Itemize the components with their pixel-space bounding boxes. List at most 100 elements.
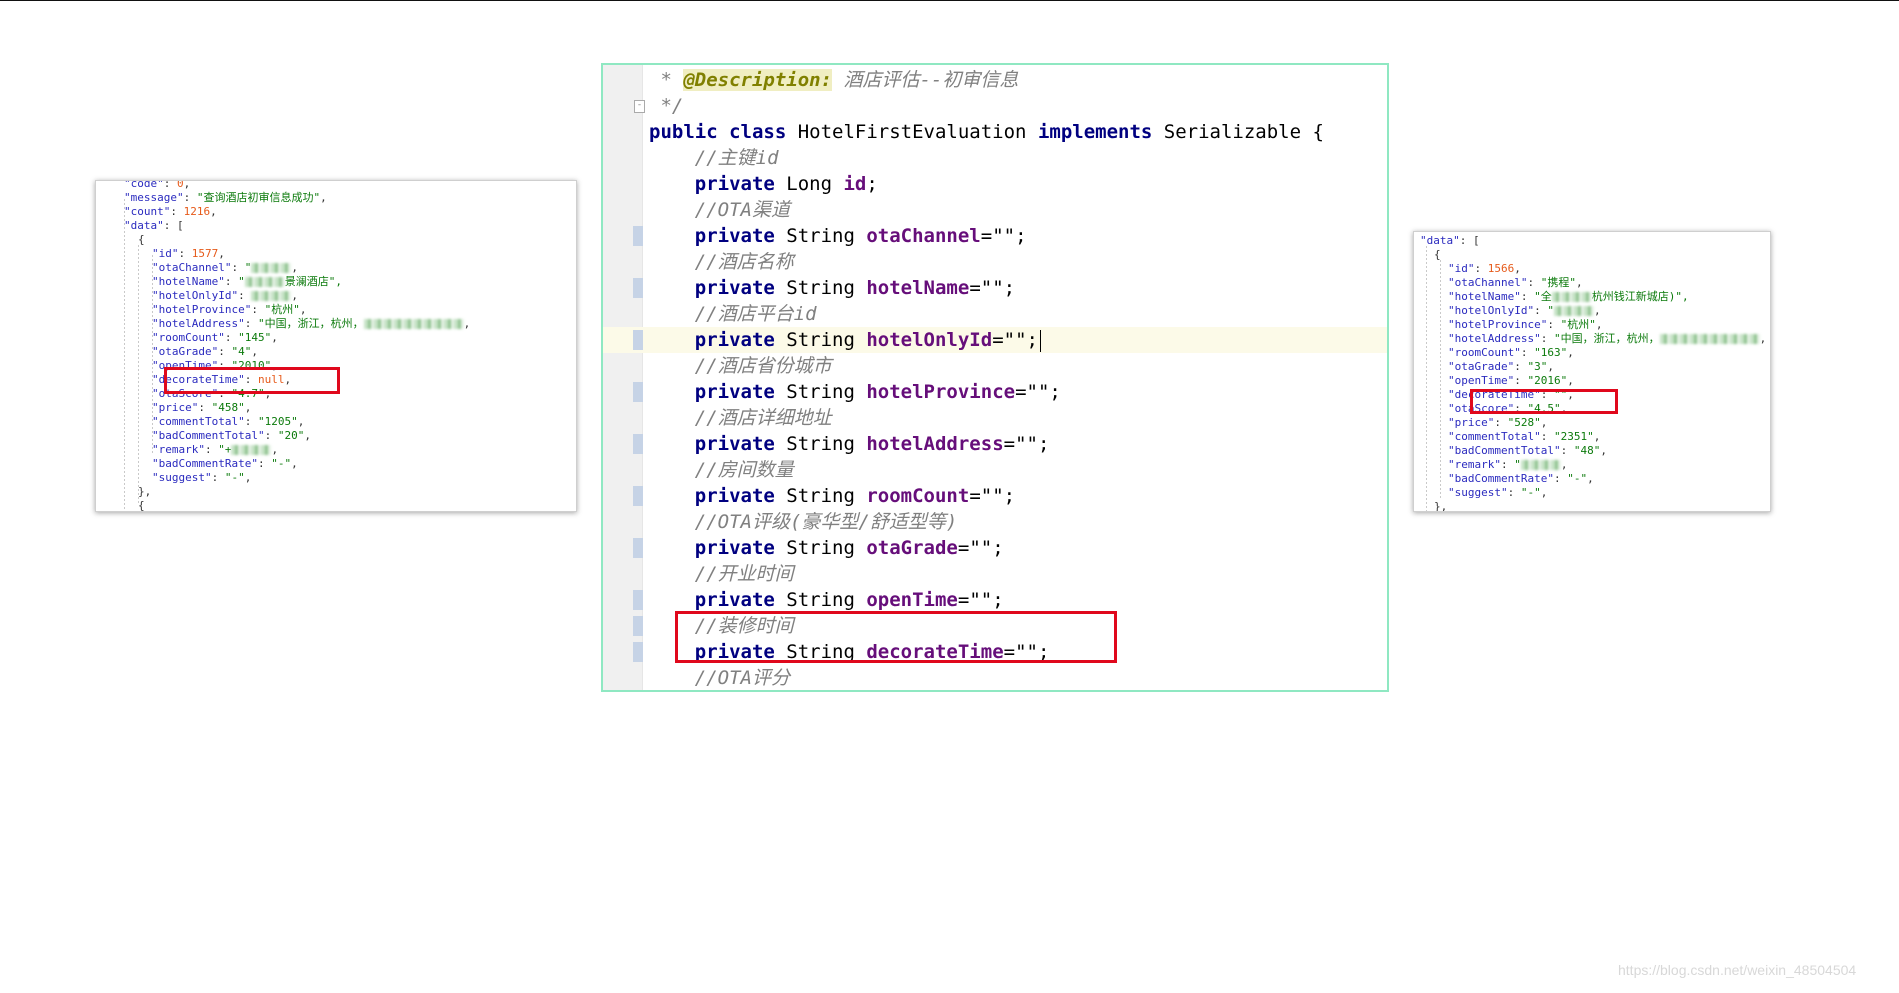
json-key: "id"	[152, 247, 179, 260]
json-line: "badCommentRate": "-",	[1448, 472, 1594, 485]
json-value: [	[1473, 234, 1480, 247]
redacted-value	[363, 319, 464, 329]
json-key: "price"	[1448, 416, 1495, 429]
code-line: */	[649, 93, 683, 119]
code-token-fld: hotelOnlyId	[866, 329, 993, 351]
code-token-ann: @Description:	[683, 69, 833, 91]
json-line: "commentTotal": "1205",	[152, 415, 305, 428]
json-value: "杭州"	[264, 303, 300, 316]
redacted-value	[244, 277, 285, 287]
json-value: "携程"	[1540, 276, 1576, 289]
json-value-suffix: 杭州钱江新城店)",	[1591, 290, 1689, 303]
json-value: "-"	[1567, 472, 1588, 485]
json-line: "count": 1216,	[124, 205, 217, 218]
json-line: "openTime": "2016",	[1448, 374, 1574, 387]
decorate-time-highlight-box	[164, 367, 340, 394]
json-value: },	[1434, 500, 1448, 512]
json-value: "中国，浙江，杭州，	[257, 317, 364, 330]
code-line: private Long id;	[649, 171, 878, 197]
code-line: //OTA评级(豪华型/舒适型等)	[649, 509, 958, 535]
json-key: "badCommentRate"	[1448, 472, 1554, 485]
code-token-kw: implements	[1037, 121, 1164, 143]
json-line: },	[138, 485, 151, 499]
code-line: //酒店平台id	[649, 301, 817, 327]
left-json-response-panel: "code": 0, "message": "查询酒店初审信息成功", "count…	[95, 180, 577, 512]
json-key: "hotelOnlyId"	[152, 289, 239, 302]
json-value: "	[238, 275, 245, 288]
code-line: //酒店省份城市	[649, 353, 832, 379]
json-line: "hotelAddress": "中国，浙江，杭州，,	[152, 317, 471, 330]
json-value: "145"	[238, 331, 272, 344]
json-line: "otaGrade": "4",	[152, 345, 258, 358]
json-line: "hotelProvince": "杭州",	[1448, 318, 1603, 331]
json-line: "roomCount": "163",	[1448, 346, 1574, 359]
fold-collapse-icon[interactable]: -	[634, 100, 645, 113]
json-line: "code": 0,	[124, 180, 190, 191]
json-line: "otaChannel": ",	[152, 261, 298, 274]
json-line: "suggest": "-",	[1448, 486, 1548, 499]
code-token-cmt: //开业时间	[694, 563, 794, 585]
code-line: private String hotelAddress="";	[649, 431, 1050, 457]
json-key: "commentTotal"	[152, 415, 245, 428]
code-line: //酒店详细地址	[649, 405, 832, 431]
json-key: "message"	[124, 191, 184, 204]
json-key: "badCommentTotal"	[152, 429, 265, 442]
code-token-txt: HotelFirstEvaluation	[797, 121, 1038, 143]
json-line: "suggest": "-",	[152, 471, 252, 484]
vcs-change-marker	[633, 278, 643, 298]
code-token-fld: roomCount	[866, 485, 970, 507]
json-key: "code"	[124, 180, 164, 190]
text-cursor	[1039, 329, 1042, 352]
json-value: "查询酒店初审信息成功"	[196, 191, 321, 204]
code-token-cmt: //OTA评级(豪华型/舒适型等)	[694, 511, 958, 533]
code-token-cmt: */	[649, 95, 684, 117]
code-token-txt: ;	[866, 173, 878, 195]
code-token-txt: String	[786, 381, 867, 403]
top-border-line	[0, 0, 1899, 1]
json-value: "杭州"	[1560, 318, 1596, 331]
json-value: "-"	[1520, 486, 1541, 499]
json-value: "3"	[1527, 360, 1548, 373]
code-token-txt: ="";	[969, 277, 1016, 299]
json-value: "4"	[231, 345, 252, 358]
json-value: },	[138, 485, 152, 498]
code-token-txt: String	[786, 277, 867, 299]
json-line: "hotelName": " 景澜酒店",	[152, 275, 342, 288]
code-token-kw: private	[694, 225, 787, 247]
code-token-fld: hotelProvince	[866, 381, 1016, 403]
json-value: 1577	[191, 247, 219, 260]
json-line: "price": "528",	[1448, 416, 1548, 429]
code-token-txt: String	[786, 225, 867, 247]
redacted-value	[251, 291, 292, 301]
json-line: "hotelOnlyId": ,	[152, 289, 298, 302]
code-token-cmt: //酒店名称	[694, 251, 794, 273]
redacted-value	[1553, 306, 1594, 316]
code-editor-panel: - * @Description: 酒店评估--初审信息 */public cl…	[601, 63, 1389, 692]
code-token-fld: otaChannel	[866, 225, 981, 247]
json-line: "remark": "+,	[152, 443, 279, 456]
code-token-kw: private	[694, 433, 787, 455]
code-line: private String roomCount="";	[649, 483, 1015, 509]
vcs-change-marker	[633, 330, 643, 350]
json-line: "message": "查询酒店初审信息成功",	[124, 191, 327, 204]
json-value: 0	[177, 180, 184, 190]
json-line: "badCommentTotal": "20",	[152, 429, 311, 442]
json-line: "remark": ",	[1448, 458, 1568, 471]
json-line: "otaChannel": "携程",	[1448, 276, 1583, 289]
json-key: "commentTotal"	[1448, 430, 1541, 443]
json-line: "id": 1566,	[1448, 262, 1521, 275]
redacted-value	[1659, 334, 1760, 344]
code-line: //开业时间	[649, 561, 794, 587]
code-token-txt: ="";	[957, 589, 1004, 611]
json-key: "remark"	[1448, 458, 1501, 471]
indent-guide	[1440, 260, 1441, 500]
json-line: {	[138, 233, 145, 247]
json-key: "otaChannel"	[1448, 276, 1528, 289]
